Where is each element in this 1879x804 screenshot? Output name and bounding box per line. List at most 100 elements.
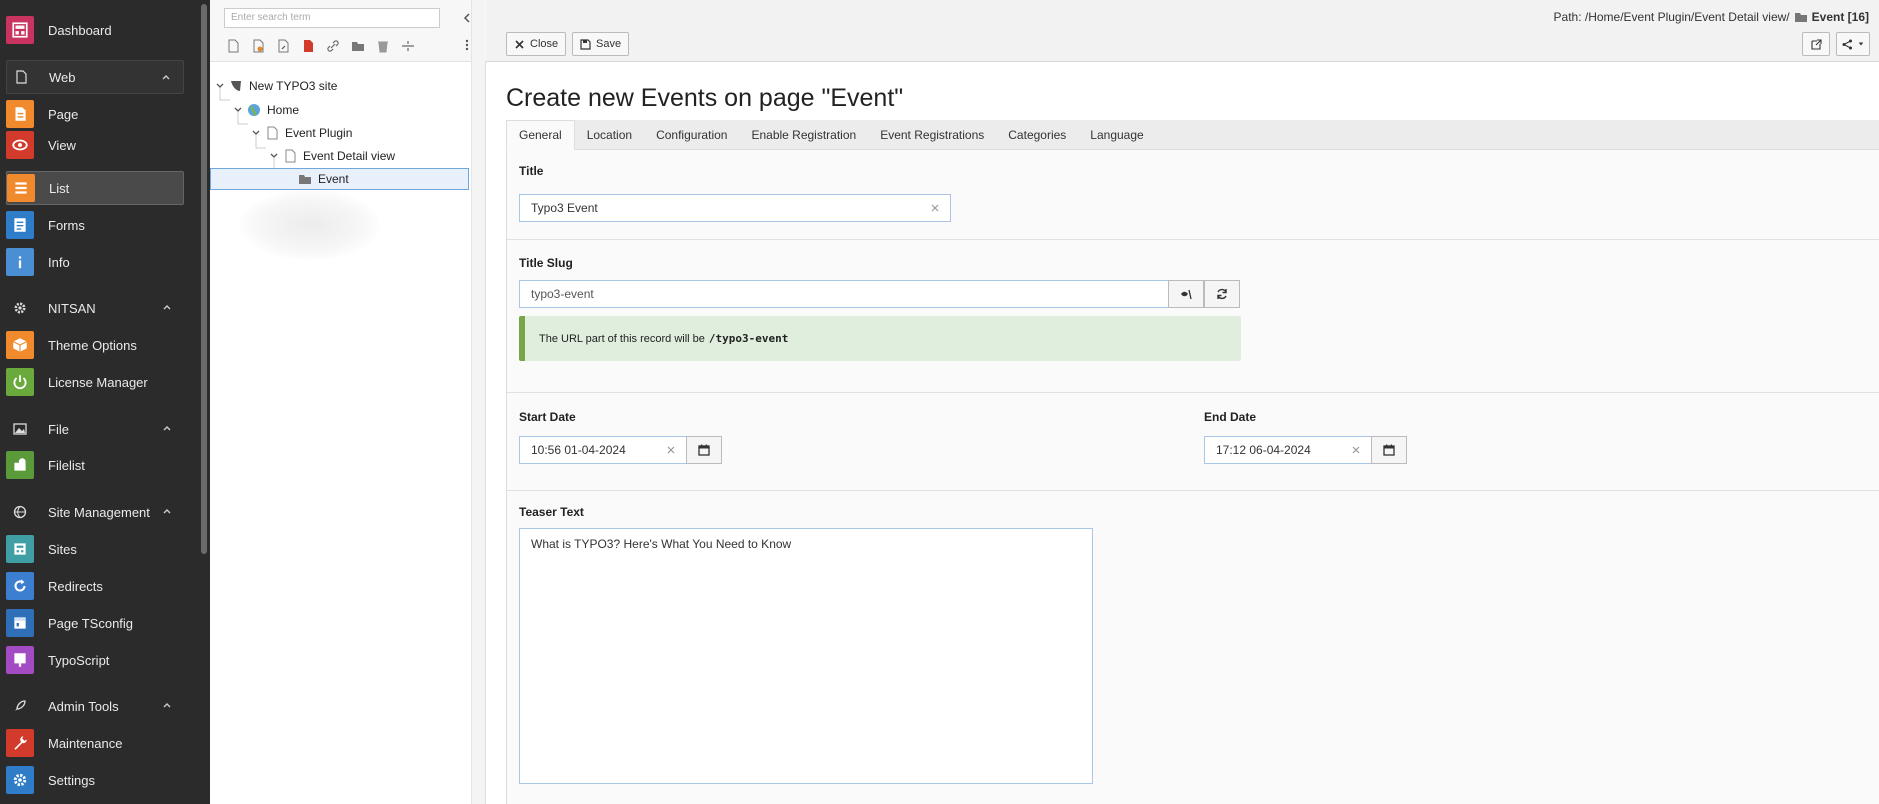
chevron-down-icon[interactable] [250,127,262,139]
group-site-management[interactable]: Site Management [6,495,184,529]
module-typoscript[interactable]: TypoScript [6,643,184,677]
eye-icon [6,131,34,159]
chevron-down-icon[interactable] [214,80,226,92]
tab-event-registrations[interactable]: Event Registrations [868,120,996,150]
tree-node-event-detail-view[interactable]: Event Detail view [268,145,395,167]
tree-node-event-plugin[interactable]: Event Plugin [250,122,352,144]
clear-icon[interactable] [930,203,940,213]
module-menu-scrollbar[interactable] [201,4,207,554]
module-theme-options[interactable]: Theme Options [6,328,184,362]
tab-enable-registration[interactable]: Enable Registration [739,120,868,150]
tab-location[interactable]: Location [575,120,644,150]
list-icon [7,174,35,202]
teaser-textarea[interactable]: What is TYPO3? Here's What You Need to K… [519,528,1093,784]
tree-node-event[interactable]: Event [210,168,469,190]
module-view[interactable]: View [6,128,184,162]
open-new-window-button[interactable] [1802,32,1830,56]
tab-configuration[interactable]: Configuration [644,120,739,150]
save-label: Save [596,38,622,50]
chevron-up-icon [163,426,171,431]
close-button[interactable]: Close [506,32,567,56]
tab-general[interactable]: General [506,120,575,150]
start-date-value: 10:56 01-04-2024 [531,443,626,457]
module-info[interactable]: Info [6,245,184,279]
module-label: TypoScript [48,652,110,668]
page-module-icon [6,100,34,128]
start-date-label: Start Date [519,410,576,424]
section-slug: Title Slug typo3-event The URL part of t… [507,240,1879,393]
clear-icon[interactable] [1351,445,1361,455]
close-label: Close [530,38,559,50]
refresh-icon [1217,288,1227,300]
module-page[interactable]: Page [6,97,184,131]
tree-node-root[interactable]: New TYPO3 site [214,75,337,97]
toggle-slug-edit-button[interactable] [1168,280,1204,308]
module-maintenance[interactable]: Maintenance [6,726,184,760]
module-redirects[interactable]: Redirects [6,569,184,603]
path-current: Event [16] [1811,10,1869,24]
module-settings[interactable]: Settings [6,763,184,797]
end-date-input[interactable]: 17:12 06-04-2024 [1204,436,1372,464]
module-filelist[interactable]: Filelist [6,448,184,482]
regenerate-slug-button[interactable] [1204,280,1240,308]
end-date-label: End Date [1204,410,1257,424]
module-dashboard[interactable]: Dashboard [6,13,184,47]
module-label: License Manager [48,374,148,390]
content-area: Path: /Home/Event Plugin/Event Detail vi… [486,0,1879,804]
teaser-label: Teaser Text [519,505,584,519]
share-dropdown-button[interactable] [1836,32,1870,56]
module-list[interactable]: List [6,171,184,205]
close-icon [515,39,524,49]
save-icon [580,38,591,50]
filelist-icon [6,451,34,479]
tree-node-home[interactable]: Home [232,99,299,121]
title-value: Typo3 Event [531,201,598,215]
chevron-up-icon [163,509,171,514]
start-date-input[interactable]: 10:56 01-04-2024 [519,436,687,464]
clear-icon[interactable] [666,445,676,455]
title-input[interactable]: Typo3 Event [519,194,951,222]
tab-language[interactable]: Language [1078,120,1155,150]
module-sites[interactable]: Sites [6,532,184,566]
slug-value: typo3-event [531,287,594,301]
module-label: Filelist [48,457,85,473]
calendar-icon [698,444,710,456]
redirect-icon [6,572,34,600]
external-link-icon [1810,38,1822,50]
blurred-region [240,190,380,260]
chevron-down-icon[interactable] [232,104,244,116]
chevron-up-icon [163,703,171,708]
save-button[interactable]: Save [572,32,630,56]
page-icon [285,149,296,163]
page-title: Create new Events on page "Event" [506,84,904,112]
slug-input[interactable]: typo3-event [519,280,1169,308]
group-nitsan[interactable]: NITSAN [6,291,184,325]
globe-page-icon [248,104,260,117]
typo3-logo-icon [231,81,241,91]
tab-bar: General Location Configuration Enable Re… [506,120,1879,150]
tab-categories[interactable]: Categories [996,120,1078,150]
tsconfig-icon [6,609,34,637]
module-menu: Dashboard Web Page View List Forms Info … [0,0,210,804]
module-label: Theme Options [48,337,137,353]
slug-notice: The URL part of this record will be /typ… [519,316,1241,361]
group-admin-tools[interactable]: Admin Tools [6,689,184,723]
caret-down-icon [1858,42,1864,46]
module-label: Info [48,254,70,270]
tree-resize-handle[interactable] [471,0,485,804]
group-web[interactable]: Web [6,60,184,94]
chevron-down-icon[interactable] [268,150,280,162]
group-label: NITSAN [48,300,96,316]
breadcrumb: Path: /Home/Event Plugin/Event Detail vi… [1554,10,1869,24]
tree-node-label: New TYPO3 site [249,79,338,93]
teaser-value: What is TYPO3? Here's What You Need to K… [531,537,792,551]
end-date-picker-button[interactable] [1371,436,1407,464]
tab-panel-general: Title Typo3 Event Title Slug typo3-event [506,150,1879,804]
tree-node-label: Home [267,103,300,117]
group-file[interactable]: File [6,412,184,446]
module-page-tsconfig[interactable]: Page TSconfig [6,606,184,640]
share-icon [1842,39,1852,49]
start-date-picker-button[interactable] [686,436,722,464]
module-forms[interactable]: Forms [6,208,184,242]
module-license-manager[interactable]: License Manager [6,365,184,399]
